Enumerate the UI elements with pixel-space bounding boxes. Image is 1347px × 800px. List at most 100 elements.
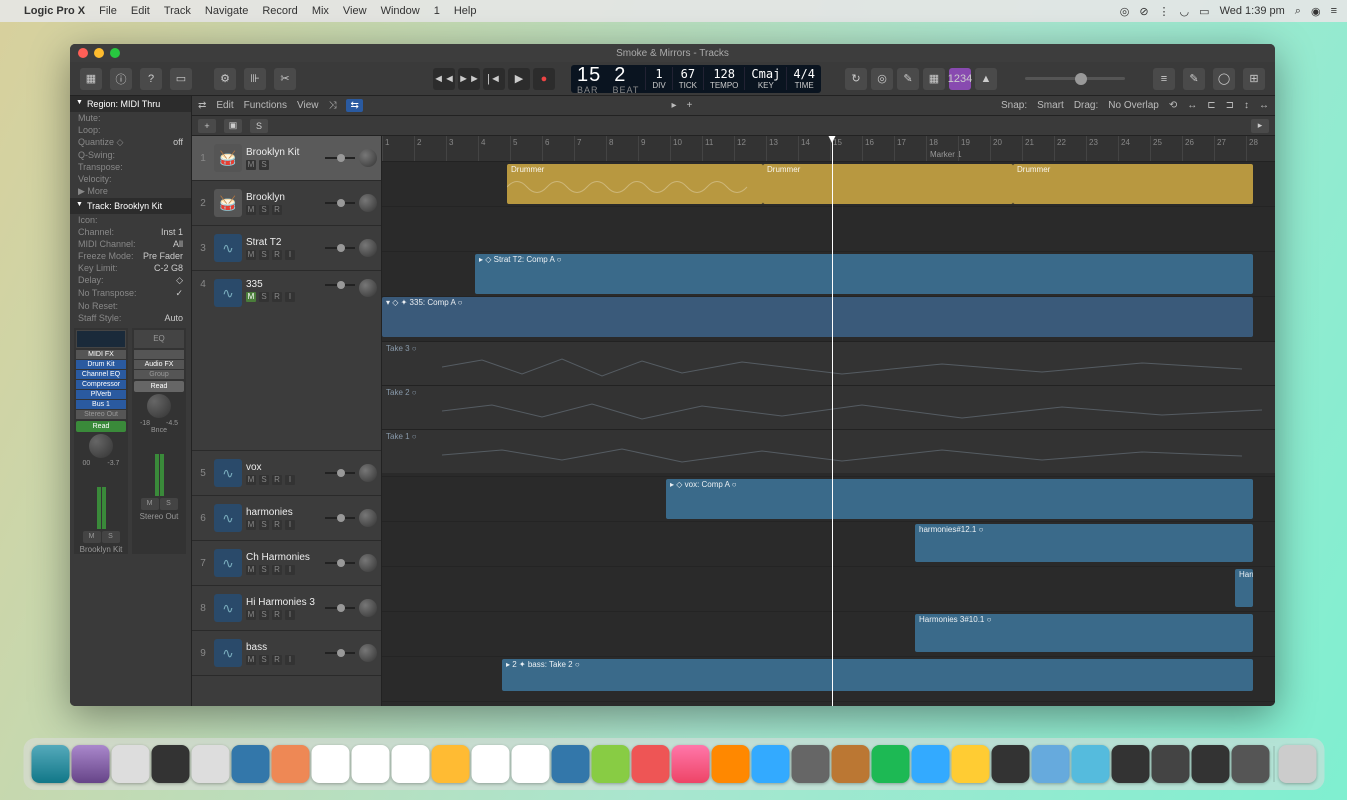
notepad-button[interactable]: ✎ [1183,68,1205,90]
track-i-button[interactable]: I [285,520,295,530]
metronome-button[interactable]: ▲ [975,68,997,90]
track-s-button[interactable]: S [259,565,269,575]
timeline-tool-icon[interactable]: ⊏ [1207,100,1215,111]
ruler-tick[interactable]: 20 [990,136,1002,161]
track-r-button[interactable]: R [272,475,282,485]
send-slot[interactable]: Bus 1 [76,400,126,409]
timeline-tool-icon[interactable]: ⊐ [1226,100,1234,111]
dock-settings-icon[interactable] [791,745,829,783]
duplicate-track-button[interactable]: ▣ [224,119,242,133]
automation-mode[interactable]: Read [76,421,126,432]
pan-knob[interactable] [89,434,113,458]
track-r-button[interactable]: R [272,292,282,302]
dock-app-icon[interactable] [631,745,669,783]
track-pan-knob[interactable] [359,644,377,662]
dock-app-icon[interactable] [951,745,989,783]
track-icon[interactable]: ∿ [214,504,242,532]
functions-menu[interactable]: Functions [244,100,287,111]
dock-launchpad-icon[interactable] [151,745,189,783]
dock-app-icon[interactable] [1111,745,1149,783]
bar-ruler[interactable]: Marker 1 1234567891011121314151617181920… [382,136,1275,162]
inspector-row[interactable]: Velocity: [70,173,191,185]
track-s-button[interactable]: S [259,292,269,302]
tool-button[interactable]: ✎ [897,68,919,90]
arrange-area[interactable]: Marker 1 1234567891011121314151617181920… [382,136,1275,706]
track-header[interactable]: 9 ∿ bass MSRI [192,631,381,676]
tool-button[interactable]: ▦ [923,68,945,90]
ruler-tick[interactable]: 8 [606,136,613,161]
rewind-button[interactable]: ◄◄ [433,68,455,90]
library-button[interactable]: ▦ [80,68,102,90]
track-volume-slider[interactable] [325,557,355,569]
autopunch-button[interactable]: ◎ [871,68,893,90]
pan-knob[interactable] [147,394,171,418]
playhead[interactable] [832,136,833,706]
track-s-button[interactable]: S [259,250,269,260]
inspector-row[interactable]: No Transpose:✓ [70,287,191,300]
ruler-tick[interactable]: 28 [1246,136,1258,161]
menu-record[interactable]: Record [262,5,297,17]
audio-region[interactable]: ▸ 2 ✦ bass: Take 2 ○ [502,659,1253,691]
mixer-button[interactable]: ⊪ [244,68,266,90]
ruler-tick[interactable]: 1 [382,136,389,161]
track-header[interactable]: 4 ∿ 335 MSRI [192,271,381,451]
track-s-button[interactable]: S [259,520,269,530]
dock-music-icon[interactable] [671,745,709,783]
track-icon[interactable]: ∿ [214,594,242,622]
track-r-button[interactable]: R [272,520,282,530]
track-m-button[interactable]: M [246,565,256,575]
eq-thumbnail[interactable] [76,330,126,348]
list-editors-button[interactable]: ≡ [1153,68,1175,90]
audio-region[interactable]: ▸ ◇ vox: Comp A ○ [666,479,1253,519]
dock-app-icon[interactable] [191,745,229,783]
dock-app-icon[interactable] [471,745,509,783]
track-m-button[interactable]: M [246,655,256,665]
ruler-tick[interactable]: 13 [766,136,778,161]
dock-app-icon[interactable] [311,745,349,783]
minimize-button[interactable] [94,48,104,58]
zoom-horiz-icon[interactable]: ↔ [1259,100,1269,111]
ruler-tick[interactable]: 21 [1022,136,1034,161]
wifi-icon[interactable]: ◡ [1180,5,1190,18]
siri-icon[interactable]: ◉ [1311,5,1321,18]
audio-region[interactable]: Harm [1235,569,1253,607]
close-button[interactable] [78,48,88,58]
take-region[interactable]: Take 1 ○ [382,429,1275,473]
ruler-tick[interactable]: 26 [1182,136,1194,161]
track-icon[interactable]: ∿ [214,279,242,307]
track-icon[interactable]: ∿ [214,234,242,262]
track-volume-slider[interactable] [325,152,355,164]
lcd-key[interactable]: Cmaj [751,67,780,81]
track-volume-slider[interactable] [325,647,355,659]
dock-app-icon[interactable] [1191,745,1229,783]
menu-file[interactable]: File [99,5,117,17]
bluetooth-icon[interactable]: ⋮ [1159,5,1170,18]
menu-track[interactable]: Track [164,5,191,17]
lcd-tick[interactable]: 67 [679,67,697,81]
catch-playhead-button[interactable]: ▸ [1251,119,1269,133]
dock-appstore-icon[interactable] [751,745,789,783]
track-i-button[interactable]: I [285,475,295,485]
ruler-tick[interactable]: 19 [958,136,970,161]
track-m-button[interactable]: M [246,292,256,302]
track-m-button[interactable]: M [246,205,256,215]
ruler-tick[interactable]: 16 [862,136,874,161]
track-pan-knob[interactable] [359,599,377,617]
dock-ibooks-icon[interactable] [711,745,749,783]
inspector-row[interactable]: ▶ More [70,185,191,198]
dock-safari-icon[interactable] [231,745,269,783]
track-header[interactable]: 2 🥁 Brooklyn MSR [192,181,381,226]
inspector-row[interactable]: Loop: [70,124,191,136]
count-in-button[interactable]: 1234 [949,68,971,90]
inspector-row[interactable]: Delay:◇ [70,274,191,287]
audio-region[interactable]: ▸ ◇ Strat T2: Comp A ○ [475,254,1253,294]
dock-calendar-icon[interactable] [351,745,389,783]
dock-messages-icon[interactable] [591,745,629,783]
smart-controls-button[interactable]: ⚙ [214,68,236,90]
ruler-tick[interactable]: 24 [1118,136,1130,161]
track-s-button[interactable]: S [259,160,269,170]
replace-button[interactable]: ↻ [845,68,867,90]
inspector-row[interactable]: Quantize ◇off [70,136,191,149]
dock-folder-icon[interactable] [1031,745,1069,783]
track-volume-slider[interactable] [325,242,355,254]
